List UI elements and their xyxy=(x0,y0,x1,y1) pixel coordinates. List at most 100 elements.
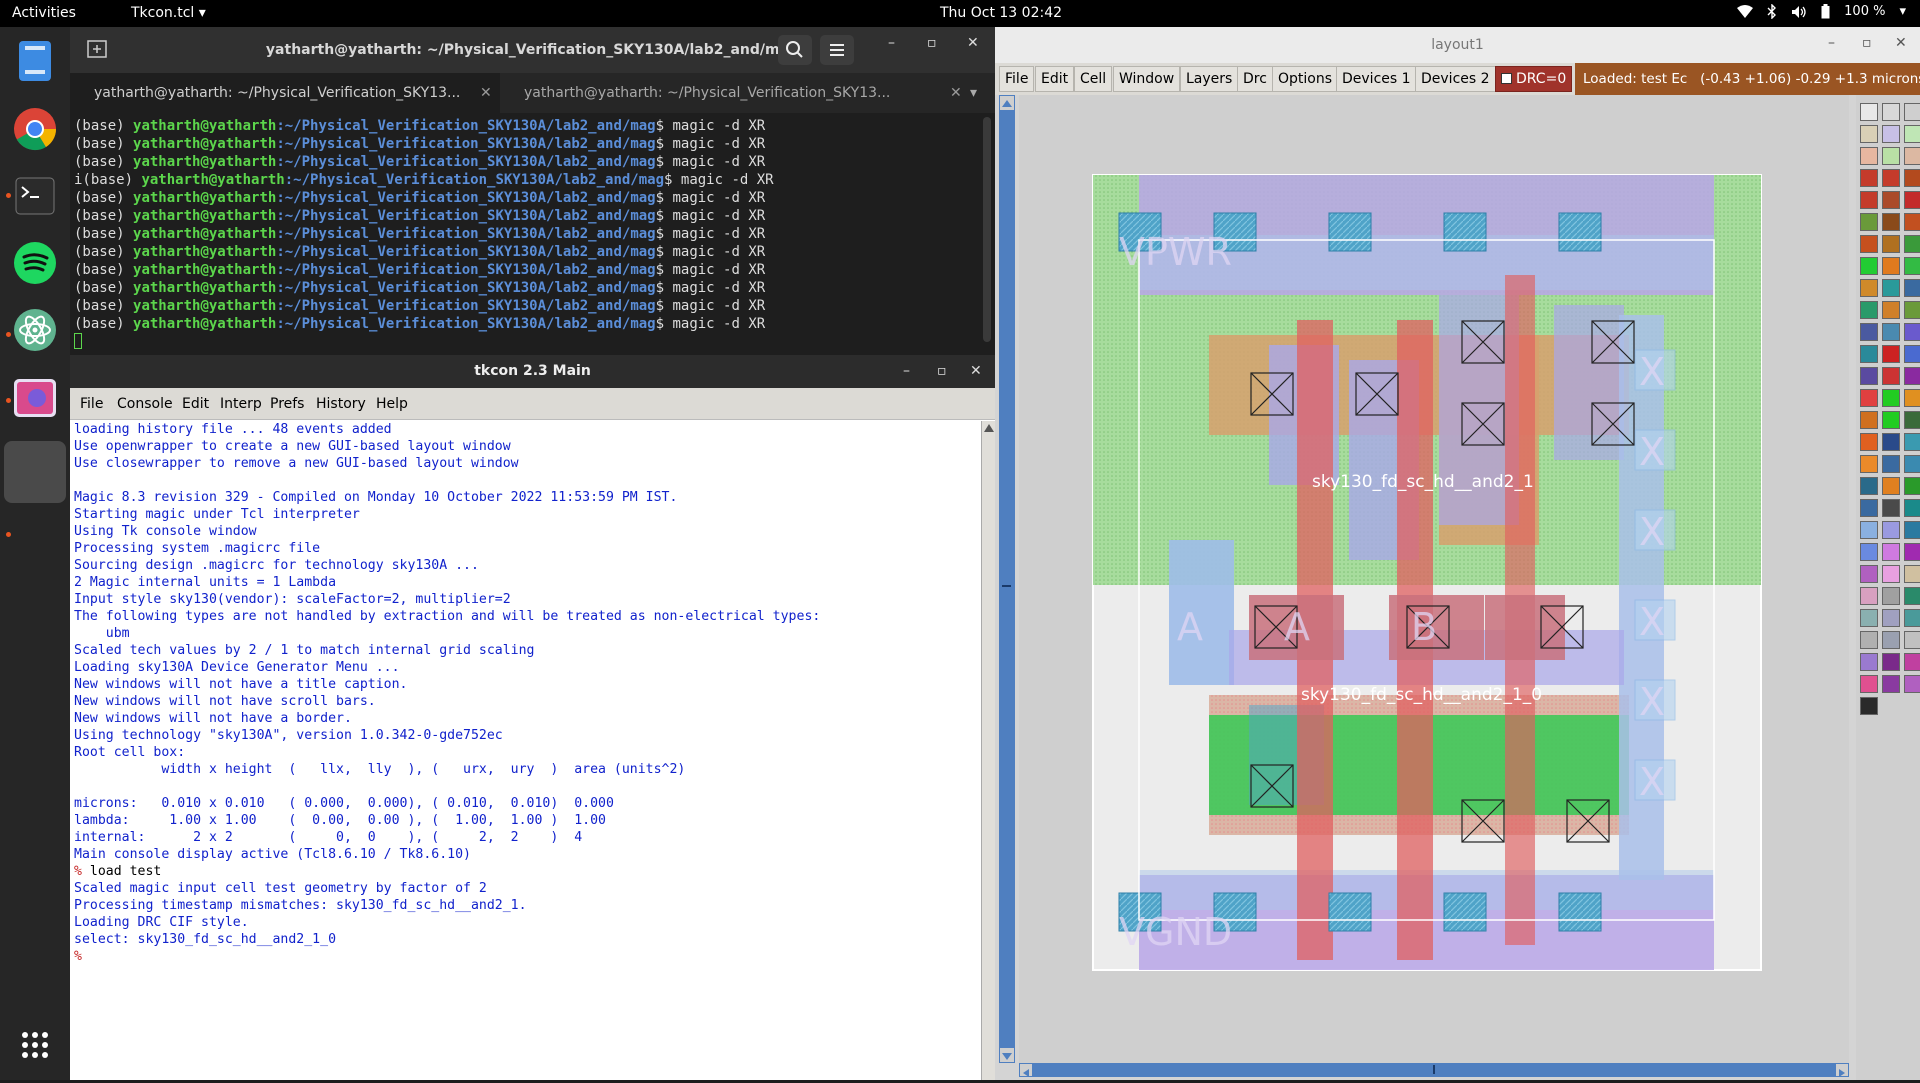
hamburger-menu-icon[interactable] xyxy=(820,35,854,65)
layer-swatch[interactable] xyxy=(1882,257,1900,275)
tkcon-console-output[interactable]: loading history file ... 48 events added… xyxy=(74,421,980,1073)
screenshot-app-icon[interactable] xyxy=(9,372,61,424)
menu-interp[interactable]: Interp xyxy=(220,396,262,412)
menu-options[interactable]: Options xyxy=(1272,66,1339,92)
close-icon[interactable]: ✕ xyxy=(967,35,979,51)
chrome-icon[interactable] xyxy=(9,103,61,155)
layer-swatch[interactable] xyxy=(1860,653,1878,671)
scroll-up-icon[interactable] xyxy=(984,423,994,432)
terminal-icon[interactable] xyxy=(9,170,61,222)
menu-cell[interactable]: Cell xyxy=(1074,66,1113,92)
layer-swatch[interactable] xyxy=(1904,169,1920,187)
layer-swatch[interactable] xyxy=(1860,147,1878,165)
layer-swatch[interactable] xyxy=(1882,521,1900,539)
layer-swatch[interactable] xyxy=(1904,323,1920,341)
chevron-down-icon[interactable]: ▾ xyxy=(970,85,977,101)
horizontal-scrollbar[interactable] xyxy=(1019,1063,1849,1077)
layer-swatch[interactable] xyxy=(1860,631,1878,649)
layer-swatch[interactable] xyxy=(1882,345,1900,363)
layer-swatch[interactable] xyxy=(1882,279,1900,297)
layer-swatch[interactable] xyxy=(1860,103,1878,121)
spotify-icon[interactable] xyxy=(9,237,61,289)
scroll-right-icon[interactable] xyxy=(1835,1063,1849,1077)
layer-swatch[interactable] xyxy=(1882,367,1900,385)
active-app-icon[interactable] xyxy=(4,441,66,503)
layer-swatch[interactable] xyxy=(1882,499,1900,517)
layer-swatch[interactable] xyxy=(1904,125,1920,143)
layer-swatch[interactable] xyxy=(1904,235,1920,253)
scroll-thumb[interactable] xyxy=(1002,585,1011,587)
layer-swatch[interactable] xyxy=(1882,587,1900,605)
layer-swatch[interactable] xyxy=(1904,279,1920,297)
layer-swatch[interactable] xyxy=(1904,257,1920,275)
layer-swatch[interactable] xyxy=(1860,609,1878,627)
minimize-icon[interactable]: – xyxy=(903,363,910,379)
show-apps-icon[interactable] xyxy=(9,1019,61,1071)
atom-icon[interactable] xyxy=(9,304,61,356)
terminal-tab[interactable]: yatharth@yatharth: ~/Physical_Verificati… xyxy=(70,73,500,113)
layer-swatch[interactable] xyxy=(1860,191,1878,209)
layer-swatch[interactable] xyxy=(1904,411,1920,429)
maximize-icon[interactable]: ▫ xyxy=(927,35,937,51)
terminal-output[interactable]: (base) yatharth@yatharth:~/Physical_Veri… xyxy=(70,113,985,355)
layer-swatch[interactable] xyxy=(1882,631,1900,649)
menu-devices-1[interactable]: Devices 1 xyxy=(1336,66,1417,92)
layer-swatch[interactable] xyxy=(1882,411,1900,429)
layer-swatch[interactable] xyxy=(1882,389,1900,407)
drc-toggle[interactable]: DRC=0 xyxy=(1495,66,1573,92)
layer-swatch[interactable] xyxy=(1882,235,1900,253)
layer-swatch[interactable] xyxy=(1882,543,1900,561)
layer-swatch[interactable] xyxy=(1904,609,1920,627)
vertical-scrollbar[interactable] xyxy=(999,95,1015,1063)
tkcon-window[interactable]: tkcon 2.3 Main – ▫ ✕ File Console Edit I… xyxy=(70,355,995,1080)
layer-swatch[interactable] xyxy=(1904,191,1920,209)
layer-swatch[interactable] xyxy=(1882,455,1900,473)
terminal-tab[interactable]: yatharth@yatharth: ~/Physical_Verificati… xyxy=(500,73,970,113)
layer-swatch[interactable] xyxy=(1882,301,1900,319)
layer-swatch[interactable] xyxy=(1860,279,1878,297)
layer-swatch[interactable] xyxy=(1904,477,1920,495)
activities-button[interactable]: Activities xyxy=(12,5,76,21)
close-icon[interactable]: ✕ xyxy=(950,85,962,101)
layer-swatch[interactable] xyxy=(1860,389,1878,407)
menu-layers[interactable]: Layers xyxy=(1180,66,1239,92)
layer-swatch[interactable] xyxy=(1860,697,1878,715)
layer-swatch[interactable] xyxy=(1882,477,1900,495)
layer-swatch[interactable] xyxy=(1882,125,1900,143)
layer-swatch[interactable] xyxy=(1904,345,1920,363)
scroll-up-icon[interactable] xyxy=(999,95,1015,111)
close-icon[interactable]: ✕ xyxy=(970,363,982,379)
files-icon[interactable] xyxy=(9,35,61,87)
scrollbar[interactable] xyxy=(983,117,991,342)
layer-swatch[interactable] xyxy=(1904,301,1920,319)
layer-swatch[interactable] xyxy=(1860,675,1878,693)
menu-drc[interactable]: Drc xyxy=(1237,66,1273,92)
layer-swatch[interactable] xyxy=(1904,455,1920,473)
layer-swatch[interactable] xyxy=(1904,213,1920,231)
close-icon[interactable]: ✕ xyxy=(1895,35,1907,51)
layer-swatch[interactable] xyxy=(1860,455,1878,473)
clock[interactable]: Thu Oct 13 02:42 xyxy=(940,5,1062,21)
layer-swatch[interactable] xyxy=(1882,103,1900,121)
layer-swatch[interactable] xyxy=(1882,565,1900,583)
layer-swatch[interactable] xyxy=(1882,213,1900,231)
layer-swatch[interactable] xyxy=(1904,565,1920,583)
maximize-icon[interactable]: ▫ xyxy=(937,363,947,379)
layer-swatch[interactable] xyxy=(1860,587,1878,605)
app-menu[interactable]: Tkcon.tcl ▾ xyxy=(131,5,206,21)
layer-swatch[interactable] xyxy=(1860,125,1878,143)
layer-swatch[interactable] xyxy=(1904,653,1920,671)
close-icon[interactable]: ✕ xyxy=(480,85,492,101)
layer-swatch[interactable] xyxy=(1904,433,1920,451)
magic-layout-window[interactable]: layout1 – ▫ ✕ File Edit Cell Window Laye… xyxy=(995,27,1920,1080)
layer-swatch[interactable] xyxy=(1882,323,1900,341)
layer-swatch[interactable] xyxy=(1860,433,1878,451)
layer-swatch[interactable] xyxy=(1904,367,1920,385)
layer-swatch[interactable] xyxy=(1860,367,1878,385)
menu-console[interactable]: Console xyxy=(117,396,173,412)
menu-file[interactable]: File xyxy=(80,396,103,412)
layer-swatch[interactable] xyxy=(1860,477,1878,495)
layer-swatch[interactable] xyxy=(1860,543,1878,561)
layer-swatch[interactable] xyxy=(1882,169,1900,187)
scrollbar[interactable] xyxy=(981,421,995,1080)
